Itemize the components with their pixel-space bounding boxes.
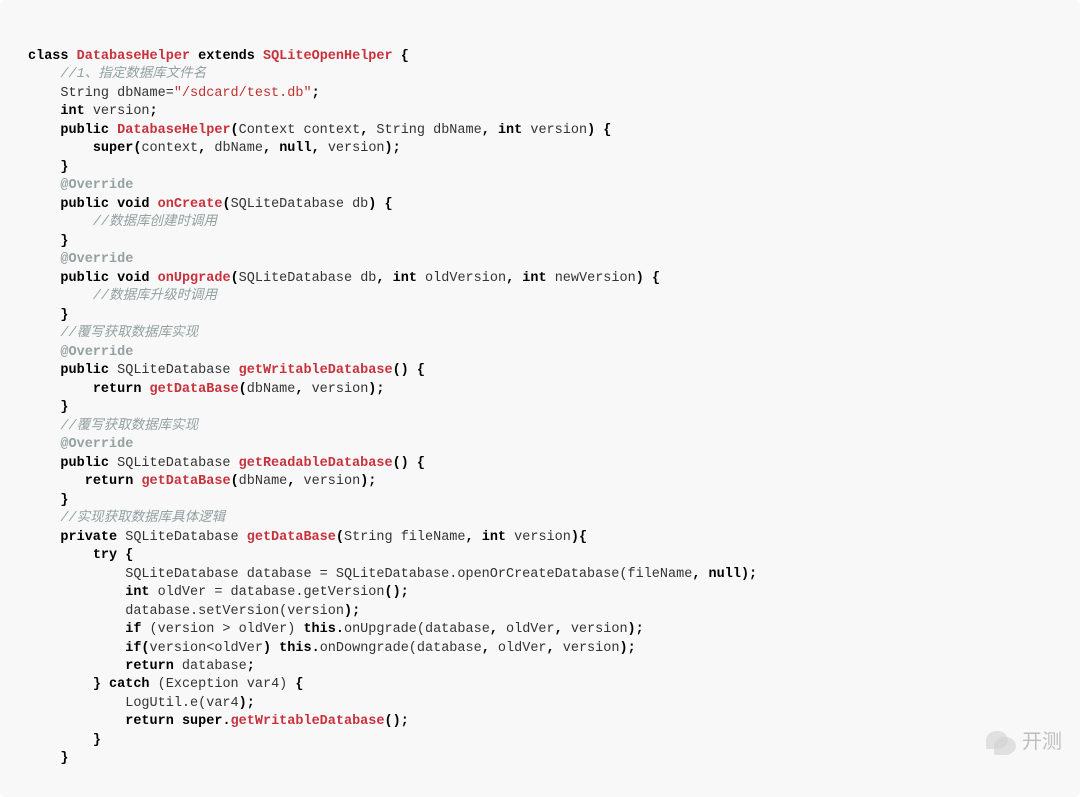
code-line: public void onCreate(SQLiteDatabase db) … bbox=[28, 197, 393, 212]
code-line: public void onUpgrade(SQLiteDatabase db,… bbox=[28, 271, 660, 286]
code-line: public SQLiteDatabase getReadableDatabas… bbox=[28, 456, 425, 471]
code-line: @Override bbox=[28, 437, 133, 452]
code-line: return getDataBase(dbName, version); bbox=[28, 474, 376, 489]
watermark-text: 开测 bbox=[1022, 729, 1062, 756]
code-line: if(version<oldVer) this.onDowngrade(data… bbox=[28, 641, 636, 656]
code-line: //实现获取数据库具体逻辑 bbox=[28, 511, 225, 526]
code-line: public SQLiteDatabase getWritableDatabas… bbox=[28, 363, 425, 378]
code-line: class DatabaseHelper extends SQLiteOpenH… bbox=[28, 49, 409, 64]
code-line: } catch (Exception var4) { bbox=[28, 677, 303, 692]
code-line: } bbox=[28, 733, 101, 748]
code-line: @Override bbox=[28, 178, 133, 193]
code-line: @Override bbox=[28, 252, 133, 267]
code-line: LogUtil.e(var4); bbox=[28, 696, 255, 711]
code-line: //覆写获取数据库实现 bbox=[28, 326, 198, 341]
code-line: } bbox=[28, 160, 69, 175]
code-line: return super.getWritableDatabase(); bbox=[28, 714, 409, 729]
code-line: return database; bbox=[28, 659, 255, 674]
code-line: } bbox=[28, 493, 69, 508]
code-line: database.setVersion(version); bbox=[28, 604, 360, 619]
code-line: if (version > oldVer) this.onUpgrade(dat… bbox=[28, 622, 644, 637]
code-line: int oldVer = database.getVersion(); bbox=[28, 585, 409, 600]
code-line: //数据库创建时调用 bbox=[28, 215, 217, 230]
code-line: } bbox=[28, 751, 69, 766]
watermark: 开测 bbox=[986, 729, 1062, 757]
code-line: super(context, dbName, null, version); bbox=[28, 141, 401, 156]
code-line: return getDataBase(dbName, version); bbox=[28, 382, 385, 397]
code-line: int version; bbox=[28, 104, 158, 119]
code-line: } bbox=[28, 400, 69, 415]
wechat-bubble-icon bbox=[986, 729, 1014, 757]
code-line: SQLiteDatabase database = SQLiteDatabase… bbox=[28, 567, 757, 582]
code-line: //1、指定数据库文件名 bbox=[28, 67, 206, 82]
code-line: try { bbox=[28, 548, 133, 563]
code-line: @Override bbox=[28, 345, 133, 360]
code-line: } bbox=[28, 308, 69, 323]
code-line: String dbName="/sdcard/test.db"; bbox=[28, 86, 320, 101]
code-block: class DatabaseHelper extends SQLiteOpenH… bbox=[0, 0, 1080, 797]
code-line: //数据库升级时调用 bbox=[28, 289, 217, 304]
code-line: } bbox=[28, 234, 69, 249]
code-line: //覆写获取数据库实现 bbox=[28, 419, 198, 434]
code-content: class DatabaseHelper extends SQLiteOpenH… bbox=[28, 48, 1052, 769]
code-line: private SQLiteDatabase getDataBase(Strin… bbox=[28, 530, 587, 545]
code-line: public DatabaseHelper(Context context, S… bbox=[28, 123, 611, 138]
